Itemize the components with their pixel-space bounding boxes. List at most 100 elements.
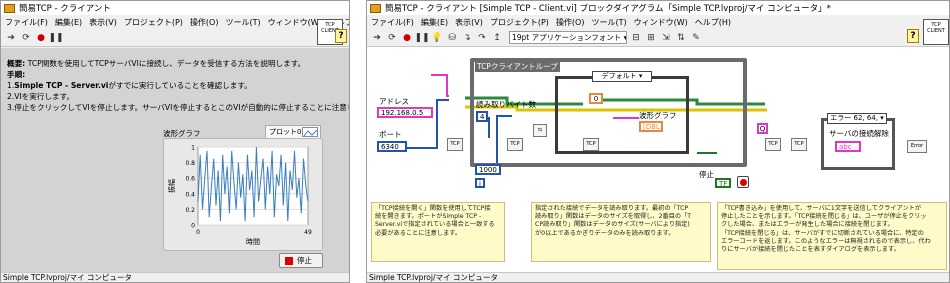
menu-view[interactable]: 表示(V) (89, 17, 117, 28)
x-tick-label: 49 (304, 229, 312, 236)
desc-overview: TCP関数を使用してTCPサーバVIに接続し、データを受信する方法を説明します。 (25, 59, 306, 68)
menu-file[interactable]: ファイル(F) (5, 17, 48, 28)
comment-open-connection: 「TCP接続を開く」関数を使用してTCP接 続を開きます。ポートがSimple … (371, 202, 505, 262)
stop-terminal-label: 停止 (699, 170, 714, 179)
run-continuously-icon[interactable]: ⟳ (386, 32, 398, 44)
disconnect-message-constant[interactable]: abc (835, 141, 861, 152)
step-over-icon[interactable]: ↷ (476, 32, 488, 44)
tcp-write-function[interactable]: TCP (765, 138, 781, 151)
y-tick-label: 0.2 (185, 207, 195, 214)
zero-constant[interactable]: 0 (589, 93, 603, 104)
font-select-value: 19pt アプリケーションフォント (512, 33, 622, 42)
tcp-close-connection-function[interactable]: TCP (791, 138, 807, 151)
run-arrow-icon[interactable]: ➔ (371, 32, 383, 44)
menu-operate[interactable]: 操作(O) (556, 17, 585, 28)
stop-button-label: 停止 (297, 256, 312, 265)
status-bar: Simple TCP.lvproj/マイ コンピュータ (367, 272, 949, 282)
menu-window[interactable]: ウィンドウ(W) (634, 17, 688, 28)
desc-step1: がすでに実行していることを確認します。 (108, 81, 252, 90)
window-title: 簡易TCP - クライアント (19, 4, 111, 14)
simple-error-handler-function[interactable]: Error (907, 140, 927, 153)
waveform-graph-terminal[interactable]: [DBL] (639, 121, 663, 132)
plot-line-swatch-icon (302, 127, 318, 137)
stop-button[interactable]: 停止 (279, 253, 323, 268)
step-into-icon[interactable]: ↴ (461, 32, 473, 44)
case-selector[interactable]: デフォルト ▾ (592, 71, 652, 82)
address-control[interactable]: 192.168.0.5 (377, 107, 433, 118)
comment-line: CP読み取り」関数はデータのサイズ(サーバにより指定) (535, 221, 690, 229)
context-help-icon[interactable]: ? (907, 29, 919, 43)
menu-operate[interactable]: 操作(O) (190, 17, 219, 28)
cleanup-diagram-icon[interactable]: ✎ (690, 32, 702, 44)
port-control[interactable]: 6340 (377, 141, 407, 152)
menu-bar: ファイル(F) 編集(E) 表示(V) プロジェクト(P) 操作(O) ツール(… (1, 15, 349, 29)
y-tick-label: 0.4 (185, 191, 195, 198)
window-title: 簡易TCP - クライアント [Simple TCP - Client.vi] … (385, 4, 831, 14)
menu-help[interactable]: ヘルプ(H) (695, 17, 731, 28)
timeout-constant[interactable]: 1000 (475, 164, 501, 175)
menu-project[interactable]: プロジェクト(P) (490, 17, 549, 28)
pause-icon[interactable]: ❚❚ (414, 32, 429, 44)
pause-icon[interactable]: ❚❚ (48, 32, 63, 44)
stop-square-icon (285, 257, 293, 265)
waveform-graph[interactable]: 1 0.8 0.6 0.4 0.2 0 0 49 時間 振幅 (163, 138, 323, 251)
menu-edit[interactable]: 編集(E) (421, 17, 448, 28)
typecast-function[interactable]: ⇆ (533, 124, 547, 137)
loop-condition-icon[interactable] (737, 176, 749, 188)
y-tick-label: 0.8 (185, 160, 195, 167)
menu-edit[interactable]: 編集(E) (55, 17, 82, 28)
comment-write-close: 「TCP書き込み」を使用して、サーバに1文字を送信してクライアントが 停止したこ… (717, 202, 947, 270)
menu-view[interactable]: 表示(V) (455, 17, 483, 28)
menu-bar: ファイル(F) 編集(E) 表示(V) プロジェクト(P) 操作(O) ツール(… (367, 15, 949, 29)
tcp-read-size-function[interactable]: TCP (507, 138, 523, 151)
error-case-value: エラー 62, 64, (830, 114, 878, 122)
comment-read-data: 指定された接続でデータを読み取ります。最初の「TCP 読み取り」関数はデータのサ… (531, 202, 711, 262)
y-tick-label: 0 (191, 223, 195, 230)
toolbar: ➔ ⟳ ● ❚❚ (1, 29, 349, 47)
tcp-read-data-function[interactable]: TCP (583, 138, 599, 151)
context-help-icon[interactable]: ? (335, 29, 347, 43)
font-select[interactable]: 19pt アプリケーションフォント ▾ (509, 31, 627, 44)
status-bar: Simple TCP.lvproj/マイ コンピュータ (1, 272, 349, 282)
menu-file[interactable]: ファイル(F) (371, 17, 414, 28)
address-label: アドレス (379, 97, 409, 106)
port-label: ポート (379, 130, 402, 139)
block-diagram-area: TCPクライアントループ アドレス 192.168.0.5 ポート 6340 T… (367, 48, 949, 272)
error-case-selector[interactable]: エラー 62, 64, ▾ (827, 113, 887, 124)
menu-tools[interactable]: ツール(T) (225, 17, 260, 28)
menu-tools[interactable]: ツール(T) (591, 17, 626, 28)
comment-line: りにサーバが接続を閉じたことを表すダイアログを表示します。 (721, 246, 900, 254)
vi-icon: TCP CLIENT (923, 19, 949, 45)
stop-terminal[interactable]: TF (715, 178, 731, 188)
labview-app-icon (370, 3, 381, 13)
comment-line: 必要があることに注意します。 (375, 229, 462, 237)
address-wire (431, 74, 449, 97)
retain-wire-values-icon[interactable]: ⛁ (446, 32, 458, 44)
disconnect-label: サーバの接続解除 (829, 129, 889, 138)
menu-window[interactable]: ウィンドウ(W) (268, 17, 322, 28)
resize-objects-icon[interactable]: ⇲ (660, 32, 672, 44)
bytes-to-read-constant[interactable]: 4 (476, 111, 488, 122)
reorder-icon[interactable]: ⇅ (675, 32, 687, 44)
front-panel-window: 簡易TCP - クライアント ファイル(F) 編集(E) 表示(V) プロジェク… (0, 0, 350, 283)
q-constant[interactable]: Q (757, 123, 768, 134)
abort-icon[interactable]: ● (401, 32, 413, 44)
run-continuously-icon[interactable]: ⟳ (20, 32, 32, 44)
menu-project[interactable]: プロジェクト(P) (124, 17, 183, 28)
step-out-icon[interactable]: ↥ (491, 32, 503, 44)
y-tick-label: 0.6 (185, 176, 195, 183)
distribute-objects-icon[interactable]: ⊞ (645, 32, 657, 44)
run-arrow-icon[interactable]: ➔ (5, 32, 17, 44)
comment-line: エラーコードを返します。このようなエラーは無視されるので表示し、代わ (721, 237, 931, 245)
highlight-execution-icon[interactable]: 💡 (431, 32, 443, 44)
front-panel-titlebar: 簡易TCP - クライアント (1, 1, 349, 15)
tcp-open-connection-function[interactable]: TCP (447, 138, 463, 151)
x-axis-label: 時間 (246, 238, 260, 246)
abort-icon[interactable]: ● (35, 32, 47, 44)
block-diagram-window: 簡易TCP - クライアント [Simple TCP - Client.vi] … (366, 0, 950, 283)
vi-icon-text: TCP CLIENT (927, 22, 945, 34)
align-objects-icon[interactable]: ⊟ (630, 32, 642, 44)
case-selector-value: デフォルト (601, 72, 637, 80)
toolbar: ➔ ⟳ ● ❚❚ 💡 ⛁ ↴ ↷ ↥ 19pt アプリケーションフォント ▾ ⊟… (367, 29, 949, 47)
plot-legend[interactable]: プロット0 (265, 125, 321, 139)
